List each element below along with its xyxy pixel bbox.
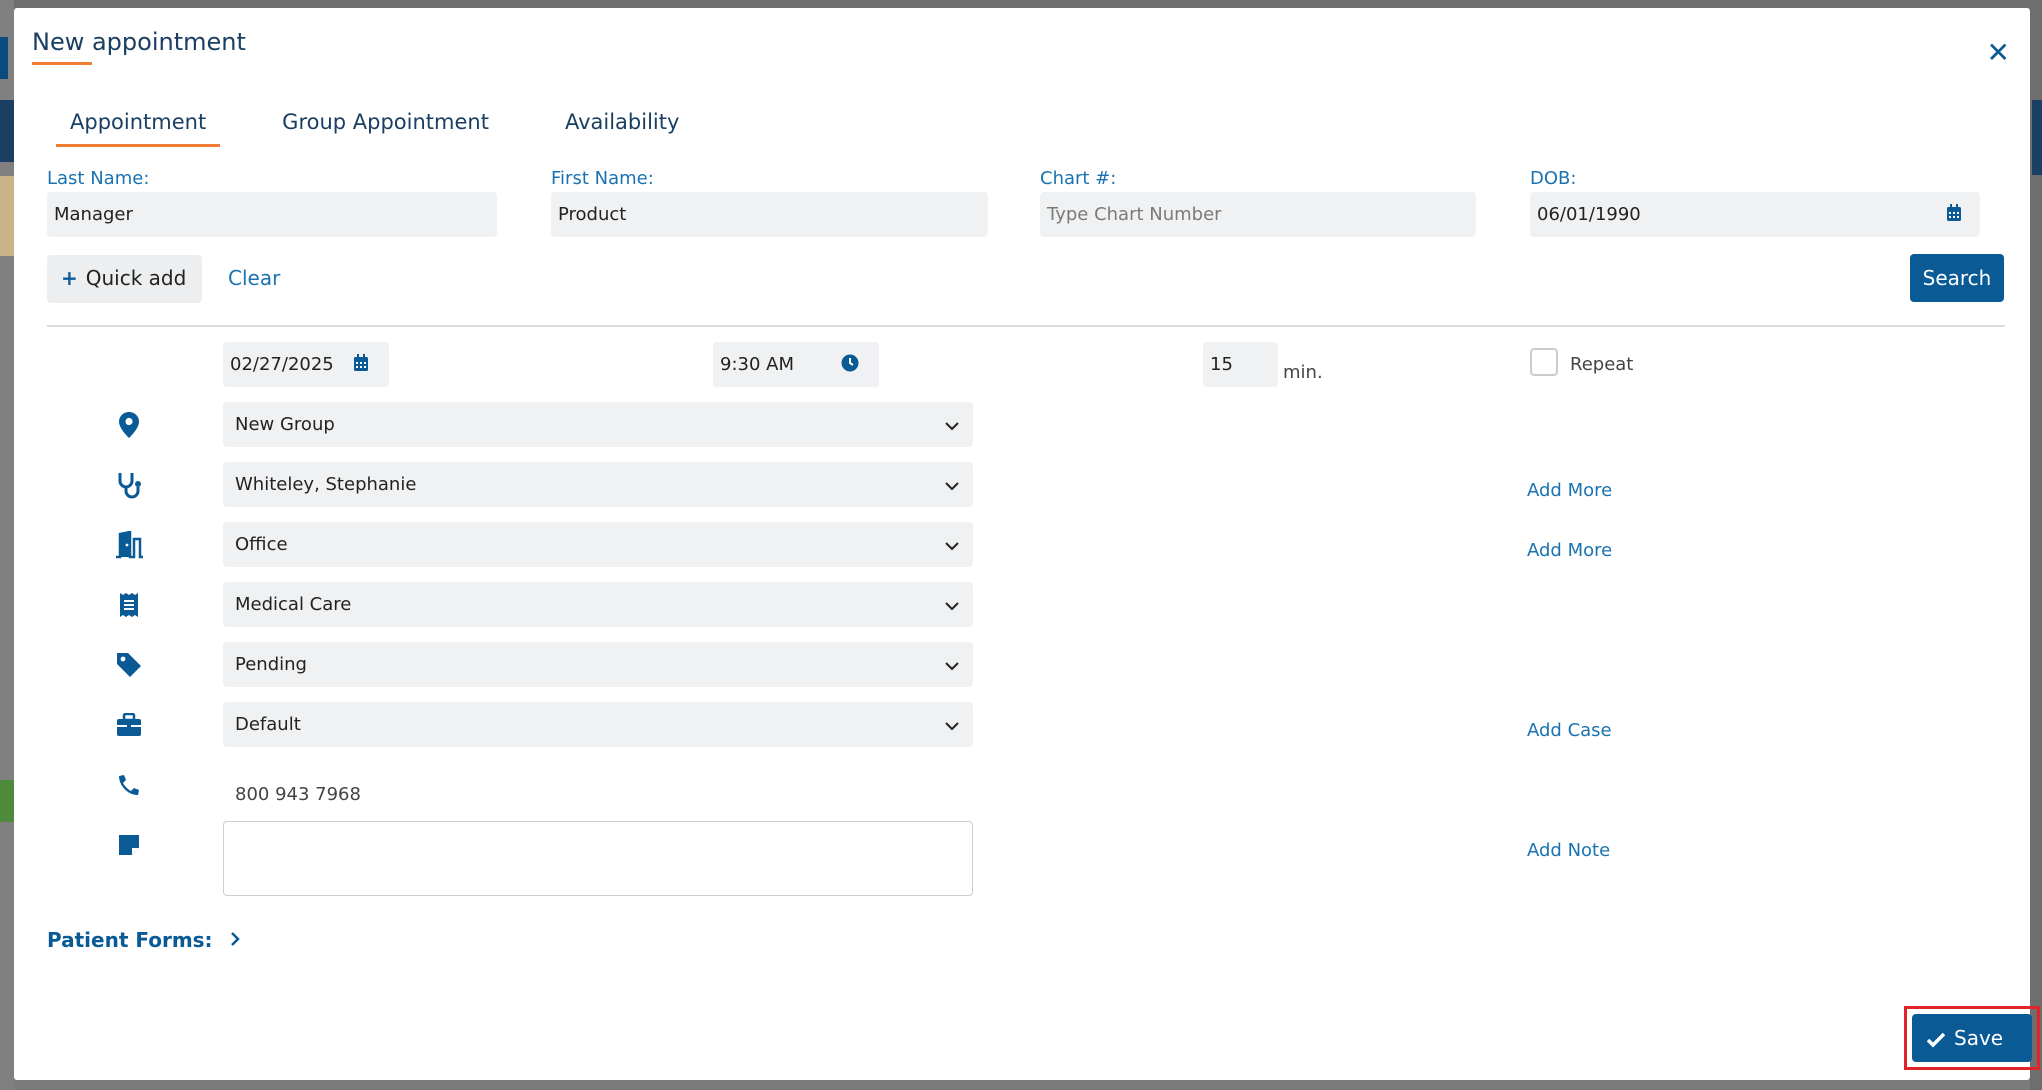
provider-value: Whiteley, Stephanie xyxy=(235,474,417,495)
add-case-link[interactable]: Add Case xyxy=(1527,720,1612,741)
add-more-room-link[interactable]: Add More xyxy=(1527,540,1612,561)
checkmark-icon xyxy=(1926,1032,1946,1048)
tab-availability[interactable]: Availability xyxy=(551,110,693,147)
save-label: Save xyxy=(1954,1026,2004,1050)
tag-icon xyxy=(114,650,144,680)
receipt-icon xyxy=(114,590,144,620)
first-name-label: First Name: xyxy=(551,168,654,189)
repeat-label: Repeat xyxy=(1570,354,1634,375)
close-icon[interactable]: ✕ xyxy=(1987,36,2010,69)
date-value: 02/27/2025 xyxy=(230,354,334,375)
plus-icon: + xyxy=(61,266,78,290)
location-select[interactable]: New Group xyxy=(223,402,973,447)
clock-icon[interactable] xyxy=(841,354,859,377)
title-underline xyxy=(32,62,92,65)
location-value: New Group xyxy=(235,414,335,435)
tab-appointment[interactable]: Appointment xyxy=(56,110,221,147)
briefcase-icon xyxy=(114,710,144,740)
search-button[interactable]: Search xyxy=(1910,254,2004,302)
save-button[interactable]: Save xyxy=(1912,1014,2032,1062)
first-name-field[interactable]: Product xyxy=(551,192,988,237)
quick-add-label: Quick add xyxy=(85,266,187,290)
add-more-provider-link[interactable]: Add More xyxy=(1527,480,1612,501)
add-note-link[interactable]: Add Note xyxy=(1527,840,1610,861)
chevron-down-icon xyxy=(945,535,959,556)
location-pin-icon xyxy=(114,410,144,440)
last-name-field[interactable]: Manager xyxy=(47,192,497,237)
last-name-label: Last Name: xyxy=(47,168,150,189)
room-select[interactable]: Office xyxy=(223,522,973,567)
dob-field[interactable]: 06/01/1990 xyxy=(1530,192,1980,237)
status-select[interactable]: Pending xyxy=(223,642,973,687)
dialog-title: New appointment xyxy=(32,28,246,56)
chart-number-label: Chart #: xyxy=(1040,168,1117,189)
quick-add-button[interactable]: + Quick add xyxy=(47,255,202,303)
chevron-down-icon xyxy=(945,655,959,676)
duration-field[interactable]: 15 xyxy=(1203,342,1278,387)
chevron-down-icon xyxy=(945,415,959,436)
time-value: 9:30 AM xyxy=(720,354,794,375)
chevron-down-icon xyxy=(945,715,959,736)
divider xyxy=(47,325,2005,327)
chevron-right-icon xyxy=(230,928,240,952)
tab-group-appointment[interactable]: Group Appointment xyxy=(268,110,503,147)
calendar-icon[interactable] xyxy=(353,354,369,377)
chevron-down-icon xyxy=(945,595,959,616)
chart-number-field[interactable]: Type Chart Number xyxy=(1040,192,1476,237)
provider-select[interactable]: Whiteley, Stephanie xyxy=(223,462,973,507)
tab-bar: Appointment Group Appointment Availabili… xyxy=(56,110,741,147)
repeat-checkbox[interactable] xyxy=(1530,348,1558,376)
time-field[interactable]: 9:30 AM xyxy=(713,342,879,387)
stethoscope-icon xyxy=(114,470,144,500)
calendar-icon[interactable] xyxy=(1946,204,1962,227)
door-icon xyxy=(114,530,144,560)
date-field[interactable]: 02/27/2025 xyxy=(223,342,389,387)
new-appointment-dialog: New appointment ✕ Appointment Group Appo… xyxy=(14,8,2040,1080)
patient-forms-toggle[interactable]: Patient Forms: xyxy=(47,928,240,952)
phone-number: 800 943 7968 xyxy=(235,784,361,805)
case-value: Default xyxy=(235,714,301,735)
dob-value: 06/01/1990 xyxy=(1537,204,1641,225)
chevron-down-icon xyxy=(945,475,959,496)
status-value: Pending xyxy=(235,654,307,675)
note-textarea[interactable] xyxy=(223,821,973,896)
phone-icon xyxy=(114,770,144,800)
patient-forms-label: Patient Forms: xyxy=(47,928,213,952)
clear-link[interactable]: Clear xyxy=(228,266,280,290)
duration-unit: min. xyxy=(1283,362,1323,383)
room-value: Office xyxy=(235,534,288,555)
appointment-type-select[interactable]: Medical Care xyxy=(223,582,973,627)
case-select[interactable]: Default xyxy=(223,702,973,747)
sticky-note-icon xyxy=(114,830,144,860)
appointment-type-value: Medical Care xyxy=(235,594,352,615)
dob-label: DOB: xyxy=(1530,168,1577,189)
